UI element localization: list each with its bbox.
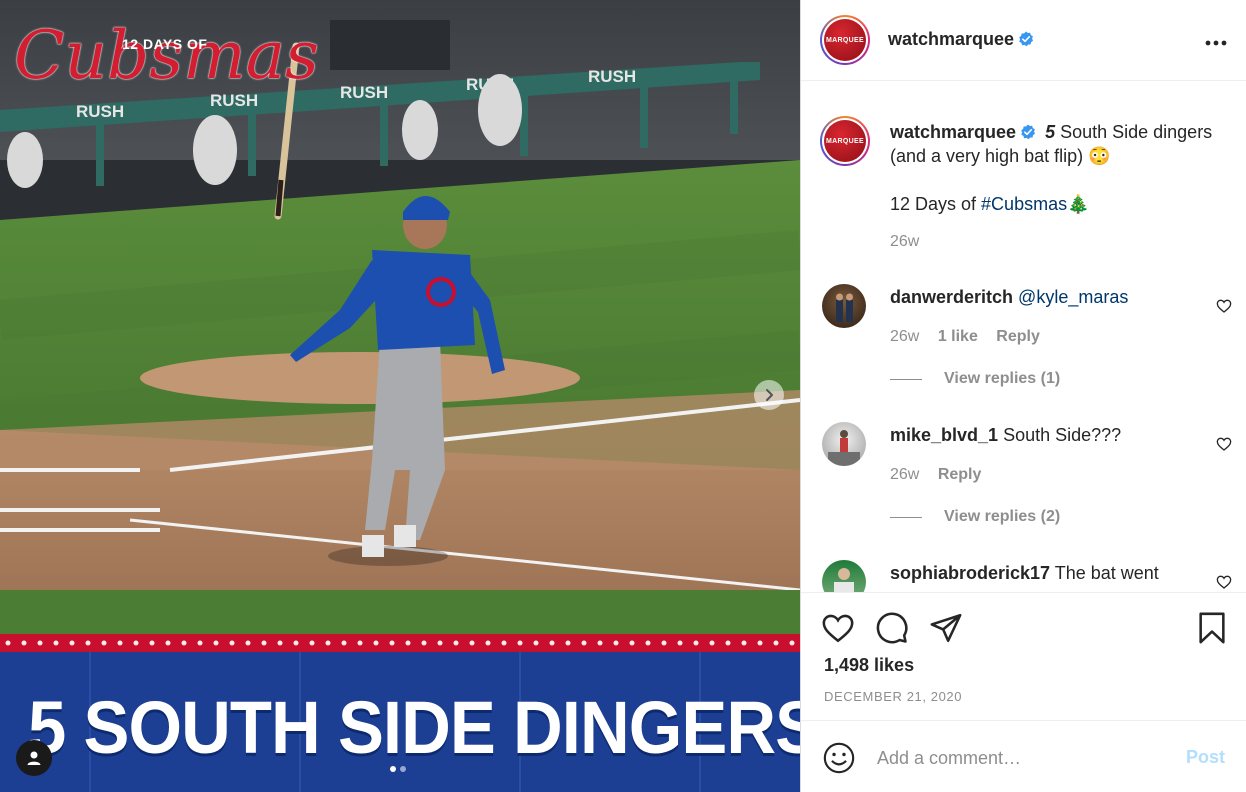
caption-emoji: 🎄 — [1067, 194, 1090, 214]
more-options-button[interactable] — [1205, 34, 1227, 46]
caption-username[interactable]: watchmarquee — [890, 122, 1016, 142]
verified-badge-icon — [1019, 31, 1034, 47]
media-headline: 5 SOUTH SIDE DINGERS — [28, 686, 800, 769]
heart-icon[interactable] — [821, 611, 855, 645]
comment-text: mike_blvd_1 South Side??? — [890, 423, 1200, 447]
comment-mention[interactable]: @kyle_maras — [1018, 287, 1128, 307]
post-photo: RUSHRUSHRUSH RUSHRUSH — [0, 0, 800, 792]
author-name-row: watchmarquee — [888, 29, 1034, 50]
post-header: MARQUEE watchmarquee — [801, 0, 1246, 81]
comment-time[interactable]: 26w — [890, 328, 919, 345]
post-comment-button[interactable]: Post — [1186, 747, 1225, 768]
reply-button[interactable]: Reply — [938, 466, 982, 483]
comment-avatar[interactable] — [822, 422, 866, 466]
post-date[interactable]: DECEMBER 21, 2020 — [824, 689, 962, 704]
comment-likes[interactable]: 1 like — [938, 328, 978, 345]
post-actions: 1,498 likes DECEMBER 21, 2020 — [801, 592, 1246, 719]
carousel-indicator — [390, 766, 406, 772]
tagged-users-button[interactable] — [16, 740, 52, 776]
comment-text: sophiabroderick17 The bat went — [890, 561, 1200, 585]
post-details-panel: MARQUEE watchmarquee MARQUEE watchmarque… — [800, 0, 1246, 792]
chevron-right-icon — [766, 389, 773, 401]
view-replies-label: View replies (2) — [944, 508, 1061, 525]
bookmark-icon[interactable] — [1195, 611, 1229, 645]
caption-avatar-logo: MARQUEE — [824, 120, 866, 162]
send-icon[interactable] — [929, 611, 963, 645]
view-replies-label: View replies (1) — [944, 370, 1061, 387]
brand-title: Cubsmas — [14, 17, 319, 94]
caption-time[interactable]: 26w — [890, 230, 1220, 254]
comment-input[interactable] — [877, 745, 1167, 771]
carousel-dot-active — [390, 766, 396, 772]
comment-body: The bat went — [1054, 563, 1159, 583]
like-count[interactable]: 1,498 likes — [824, 655, 914, 676]
heart-icon[interactable] — [1216, 574, 1232, 590]
avatar-photo — [834, 568, 854, 592]
verified-badge-icon — [1021, 124, 1036, 140]
svg-text:RUSH: RUSH — [588, 67, 636, 86]
carousel-next-button[interactable] — [754, 380, 784, 410]
hashtag-link[interactable]: #Cubsmas — [981, 194, 1067, 214]
comment-meta: 26w Reply — [890, 466, 981, 484]
reply-button[interactable]: Reply — [996, 328, 1040, 345]
emoji-icon[interactable] — [822, 741, 856, 775]
caption-line2: 12 Days of — [890, 194, 982, 214]
comment-icon[interactable] — [875, 611, 909, 645]
caption: watchmarquee 5 South Side dingers (and a… — [890, 120, 1220, 254]
heart-icon[interactable] — [1216, 298, 1232, 314]
add-comment-bar: Post — [801, 720, 1246, 792]
author-avatar-logo: MARQUEE — [824, 19, 866, 61]
carousel-dot — [400, 766, 406, 772]
divider — [890, 516, 922, 518]
view-replies-button[interactable]: View replies (2) — [890, 508, 1060, 526]
comment-avatar[interactable] — [822, 284, 866, 328]
comment-username[interactable]: sophiabroderick17 — [890, 563, 1050, 583]
comment-meta: 26w 1 like Reply — [890, 328, 1040, 346]
author-username[interactable]: watchmarquee — [888, 29, 1014, 49]
comment-username[interactable]: mike_blvd_1 — [890, 425, 998, 445]
comment-time[interactable]: 26w — [890, 466, 919, 483]
view-replies-button[interactable]: View replies (1) — [890, 370, 1060, 388]
brand-subtitle: 12 DAYS OF — [122, 36, 208, 52]
heart-icon[interactable] — [1216, 436, 1232, 452]
more-options-icon — [1205, 40, 1227, 46]
avatar-photo — [828, 430, 860, 466]
comments-list[interactable]: MARQUEE watchmarquee 5 South Side dinger… — [801, 82, 1246, 592]
comment-avatar[interactable] — [822, 560, 866, 592]
caption-number: 5 — [1045, 122, 1056, 142]
caption-avatar[interactable]: MARQUEE — [820, 116, 870, 166]
comment-text: danwerderitch @kyle_maras — [890, 285, 1200, 309]
author-avatar[interactable]: MARQUEE — [820, 15, 870, 65]
comment-username[interactable]: danwerderitch — [890, 287, 1013, 307]
avatar-photo — [836, 293, 853, 322]
comment-body: South Side??? — [1003, 425, 1122, 445]
post-media[interactable]: RUSHRUSHRUSH RUSHRUSH — [0, 0, 800, 792]
user-tag-icon — [27, 751, 41, 765]
divider — [890, 378, 922, 380]
